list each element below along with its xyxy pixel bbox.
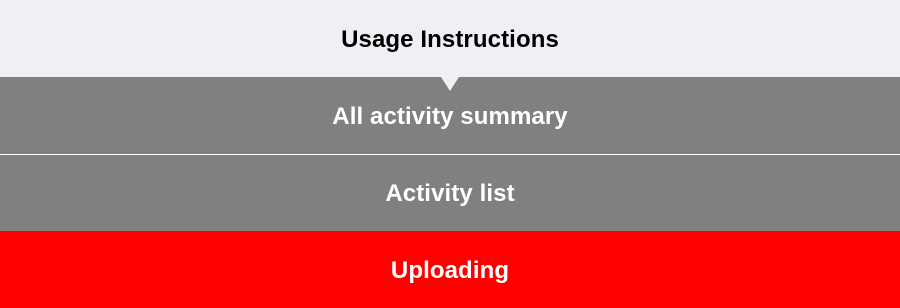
all-activity-summary-label: All activity summary [332, 102, 568, 130]
usage-instructions-label: Usage Instructions [341, 25, 559, 53]
navigation-menu: Usage Instructions All activity summary … [0, 0, 900, 308]
activity-list-item[interactable]: Activity list [0, 154, 900, 231]
uploading-item[interactable]: Uploading [0, 231, 900, 308]
usage-instructions-item[interactable]: Usage Instructions [0, 0, 900, 77]
activity-list-label: Activity list [385, 180, 515, 207]
uploading-label: Uploading [390, 256, 510, 284]
selection-pointer-icon [441, 77, 459, 91]
